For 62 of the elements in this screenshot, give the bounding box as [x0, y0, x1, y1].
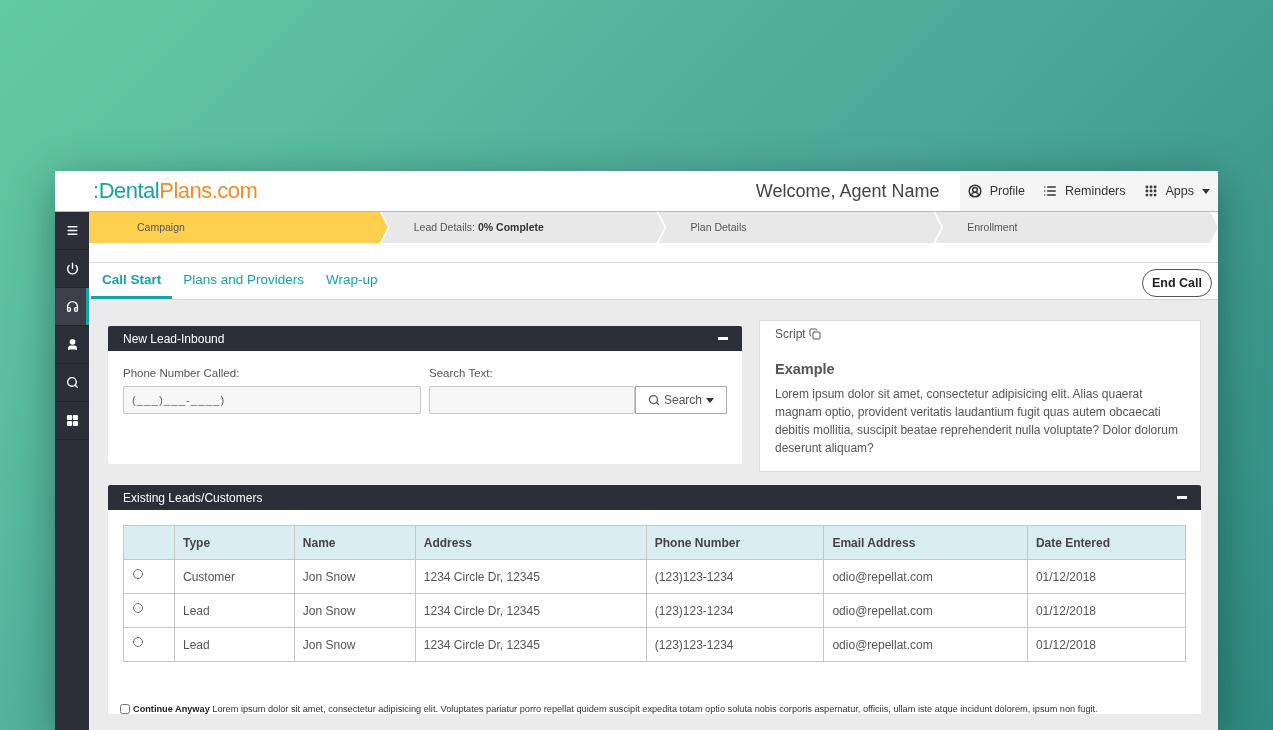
field-label: Search Text: [429, 367, 494, 379]
table-cell: odio@repellat.com [823, 627, 1028, 662]
table-cell: 1234 Circle Dr, 12345 [415, 627, 647, 662]
table-cell: Jon Snow [294, 593, 416, 628]
row-radio[interactable] [133, 569, 143, 579]
user-circle-icon [967, 184, 982, 198]
grid-icon [65, 414, 79, 427]
nav-link[interactable]: Reminders [1043, 184, 1126, 198]
column-header: Address [415, 525, 647, 560]
column-header: Email Address [823, 525, 1028, 560]
welcome-text: Welcome, Agent Name [755, 180, 940, 202]
search-field[interactable] [429, 386, 635, 414]
column-header: Type [174, 525, 295, 560]
end-call-button[interactable]: End Call [1142, 268, 1212, 297]
logo: :DentalPlans.com [92, 178, 259, 204]
column-header: Name [294, 525, 416, 560]
search-icon [65, 376, 79, 389]
sidebar-item[interactable] [55, 288, 89, 326]
progress-step: Lead Details: 0% Complete [381, 212, 665, 243]
search-button[interactable]: Search [635, 386, 727, 414]
script-text: Lorem ipsum dolor sit amet, consectetur adipisicing elit. Alias quaerat magnam optio, provident veritatis laudantium fugit quas autem obcaecati debitis mollitia, suscipit beatae reprehenderit nulla voluptate? Dolor dolorum deserunt aliquam? [775, 386, 1179, 457]
row-radio[interactable] [133, 637, 143, 647]
column-header: Date Entered [1027, 525, 1186, 560]
table-cell: (123)123-1234 [646, 559, 824, 594]
table-cell: 1234 Circle Dr, 12345 [415, 593, 647, 628]
table-cell: Lead [174, 593, 295, 628]
table-cell: 01/12/2018 [1027, 593, 1186, 628]
field-label: Phone Number Called: [123, 367, 241, 379]
table-cell: 01/12/2018 [1027, 559, 1186, 594]
panel-title: Existing Leads/Customers [123, 490, 263, 505]
list-icon [1043, 184, 1058, 198]
search-icon [648, 394, 660, 406]
progress-step: Campaign [89, 212, 388, 243]
table-cell: odio@repellat.com [823, 559, 1028, 594]
nav-link[interactable]: Profile [967, 184, 1026, 198]
user-icon [65, 338, 79, 351]
table-cell: Customer [174, 559, 295, 594]
copy-icon[interactable] [808, 328, 821, 340]
table-cell: (123)123-1234 [646, 627, 824, 662]
phone-field[interactable]: (___)___-____) [123, 386, 421, 414]
table-cell: (123)123-1234 [646, 593, 824, 628]
grid-icon [1143, 184, 1158, 198]
headset-icon [65, 300, 79, 313]
script-label: Script [775, 327, 806, 341]
continue-checkbox[interactable] [120, 704, 130, 714]
caret-icon [706, 397, 714, 403]
nav-link[interactable]: Apps [1143, 184, 1210, 198]
table-cell: odio@repellat.com [823, 593, 1028, 628]
power-icon [65, 262, 79, 275]
table-cell: Lead [174, 627, 295, 662]
continue-text: Continue Anyway Lorem ipsum dolor sit amet, consectetur adipisicing elit. Voluptates pariatur porro repellat quidem suscipit expedita totam optio soluta nobis corporis aspernatur, officiis, ullam iste atque incidunt dolorem, ipsum non fugit. [133, 704, 1098, 714]
row-radio[interactable] [133, 603, 143, 613]
column-header: Phone Number [646, 525, 824, 560]
progress-step: Enrollment [935, 212, 1218, 243]
menu-icon [65, 224, 79, 237]
table-cell: Jon Snow [294, 627, 416, 662]
panel-title: New Lead-Inbound [123, 331, 225, 346]
table-cell: 01/12/2018 [1027, 627, 1186, 662]
script-heading: Example [775, 361, 836, 377]
progress-step: Plan Details [658, 212, 942, 243]
table-cell: 1234 Circle Dr, 12345 [415, 559, 647, 594]
table-cell: Jon Snow [294, 559, 416, 594]
